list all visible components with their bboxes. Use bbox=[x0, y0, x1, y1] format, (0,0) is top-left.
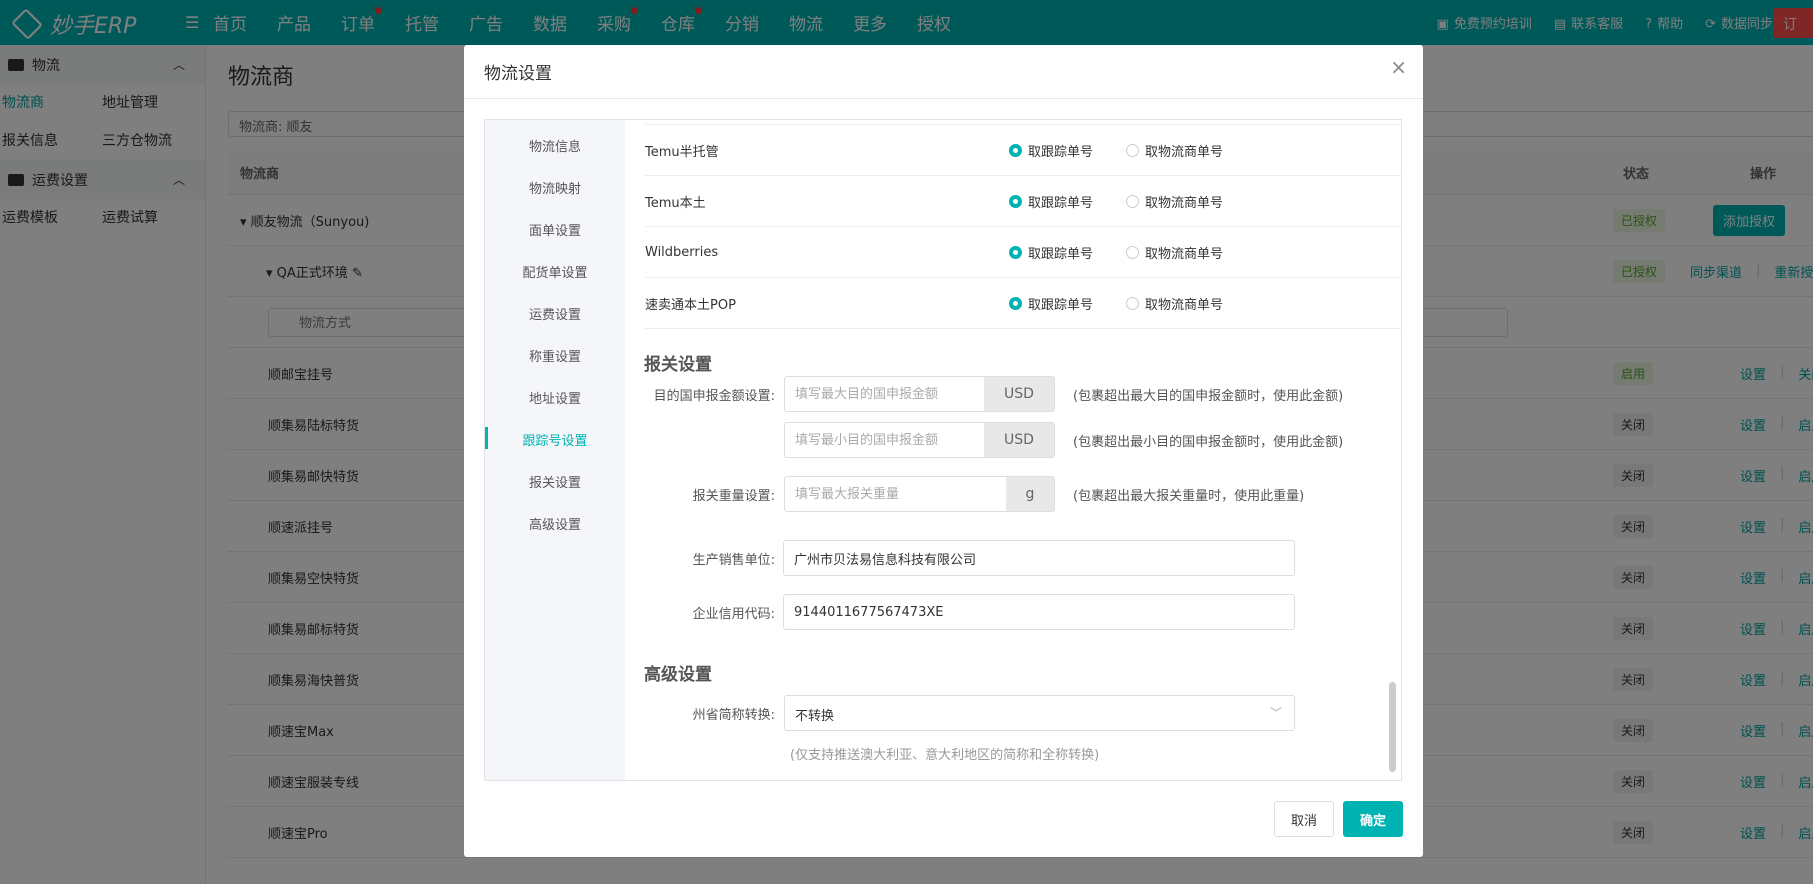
select-value: 不转换 bbox=[795, 709, 835, 724]
amount-label: 目的国申报金额设置: bbox=[653, 389, 775, 404]
state-abbr-hint: (仅支持推送澳大利亚、意大利地区的简称和全称转换) bbox=[790, 748, 1100, 763]
currency-addon: USD bbox=[984, 377, 1054, 411]
weight-input: g bbox=[784, 476, 1055, 512]
active-indicator bbox=[485, 427, 488, 449]
radio-label: 取物流商单号 bbox=[1145, 246, 1224, 262]
radio-icon bbox=[1126, 143, 1139, 157]
close-icon[interactable]: × bbox=[1390, 55, 1407, 79]
modal-title: 物流设置 bbox=[484, 64, 552, 84]
weight-unit-addon: g bbox=[1006, 477, 1054, 511]
seller-input[interactable] bbox=[783, 540, 1295, 576]
tracking-option-radio[interactable]: 取物流商单号 bbox=[1126, 141, 1223, 160]
platform-row: Temu本土 取跟踪单号 取物流商单号 bbox=[645, 176, 1401, 227]
currency-addon: USD bbox=[984, 423, 1054, 457]
cancel-button[interactable]: 取消 bbox=[1274, 801, 1334, 837]
settings-nav-item[interactable]: 跟踪号设置 bbox=[485, 430, 625, 449]
max-amount-input: USD bbox=[784, 376, 1055, 412]
settings-nav-item[interactable]: 地址设置 bbox=[485, 388, 625, 407]
logistics-settings-modal: 物流设置 × 物流信息物流映射面单设置配货单设置运费设置称重设置地址设置跟踪号设… bbox=[464, 45, 1423, 857]
settings-nav-item[interactable]: 运费设置 bbox=[485, 304, 625, 323]
chevron-down-icon: ﹀ bbox=[1269, 706, 1282, 720]
weight-hint: (包裹超出最大报关重量时，使用此重量) bbox=[1073, 489, 1305, 504]
radio-label: 取物流商单号 bbox=[1145, 297, 1224, 313]
settings-nav-item[interactable]: 面单设置 bbox=[485, 220, 625, 239]
platform-name: Wildberries bbox=[645, 244, 719, 260]
state-abbr-label: 州省简称转换: bbox=[692, 708, 775, 723]
radio-label: 取跟踪单号 bbox=[1028, 195, 1094, 211]
max-amount-hint: (包裹超出最大目的国申报金额时，使用此金额) bbox=[1073, 389, 1344, 404]
credit-code-input[interactable] bbox=[783, 594, 1295, 630]
seller-label: 生产销售单位: bbox=[692, 553, 775, 568]
tracking-option-radio[interactable]: 取跟踪单号 bbox=[1009, 243, 1093, 262]
settings-nav-item[interactable]: 物流映射 bbox=[485, 178, 625, 197]
state-abbr-select[interactable]: 不转换 ﹀ bbox=[784, 695, 1295, 731]
radio-icon bbox=[1009, 296, 1022, 310]
platform-name: 速卖通本土POP bbox=[645, 297, 736, 313]
weight-field[interactable] bbox=[785, 477, 1006, 511]
tracking-option-radio[interactable]: 取跟踪单号 bbox=[1009, 141, 1093, 160]
settings-nav-item[interactable]: 称重设置 bbox=[485, 346, 625, 365]
tracking-option-radio[interactable]: 取物流商单号 bbox=[1126, 243, 1223, 262]
min-amount-hint: (包裹超出最小目的国申报金额时，使用此金额) bbox=[1073, 435, 1344, 450]
confirm-button[interactable]: 确定 bbox=[1343, 801, 1403, 837]
credit-code-label: 企业信用代码: bbox=[692, 607, 775, 622]
platform-name: Temu本土 bbox=[645, 195, 706, 211]
radio-icon bbox=[1009, 143, 1022, 157]
scrollbar[interactable] bbox=[1389, 682, 1396, 772]
radio-label: 取跟踪单号 bbox=[1028, 246, 1094, 262]
advanced-heading: 高级设置 bbox=[644, 665, 712, 685]
tracking-option-radio[interactable]: 取物流商单号 bbox=[1126, 192, 1223, 211]
platform-row: Wildberries 取跟踪单号 取物流商单号 bbox=[645, 227, 1401, 278]
max-amount-field[interactable] bbox=[785, 377, 984, 411]
settings-nav-item[interactable]: 配货单设置 bbox=[485, 262, 625, 281]
settings-nav: 物流信息物流映射面单设置配货单设置运费设置称重设置地址设置跟踪号设置报关设置高级… bbox=[485, 120, 625, 780]
tracking-option-radio[interactable]: 取物流商单号 bbox=[1126, 294, 1223, 313]
platform-row: Temu半托管 取跟踪单号 取物流商单号 bbox=[645, 125, 1401, 176]
settings-nav-item[interactable]: 物流信息 bbox=[485, 136, 625, 155]
platform-row: 速卖通本土POP 取跟踪单号 取物流商单号 bbox=[645, 278, 1401, 329]
radio-icon bbox=[1009, 245, 1022, 259]
radio-label: 取物流商单号 bbox=[1145, 144, 1224, 160]
radio-label: 取跟踪单号 bbox=[1028, 297, 1094, 313]
min-amount-field[interactable] bbox=[785, 423, 984, 457]
platform-name: Temu半托管 bbox=[645, 144, 719, 160]
radio-label: 取跟踪单号 bbox=[1028, 144, 1094, 160]
tracking-option-radio[interactable]: 取跟踪单号 bbox=[1009, 192, 1093, 211]
radio-icon bbox=[1126, 245, 1139, 259]
settings-nav-item[interactable]: 高级设置 bbox=[485, 514, 625, 533]
weight-label: 报关重量设置: bbox=[692, 489, 775, 504]
settings-nav-item[interactable]: 报关设置 bbox=[485, 472, 625, 491]
radio-icon bbox=[1126, 194, 1139, 208]
radio-icon bbox=[1126, 296, 1139, 310]
radio-icon bbox=[1009, 194, 1022, 208]
min-amount-input: USD bbox=[784, 422, 1055, 458]
settings-content: Temu半托管 取跟踪单号 取物流商单号 Temu本土 取跟踪单号 取物流商单号 Wildb… bbox=[625, 120, 1401, 780]
customs-heading: 报关设置 bbox=[644, 355, 712, 375]
tracking-option-radio[interactable]: 取跟踪单号 bbox=[1009, 294, 1093, 313]
radio-label: 取物流商单号 bbox=[1145, 195, 1224, 211]
